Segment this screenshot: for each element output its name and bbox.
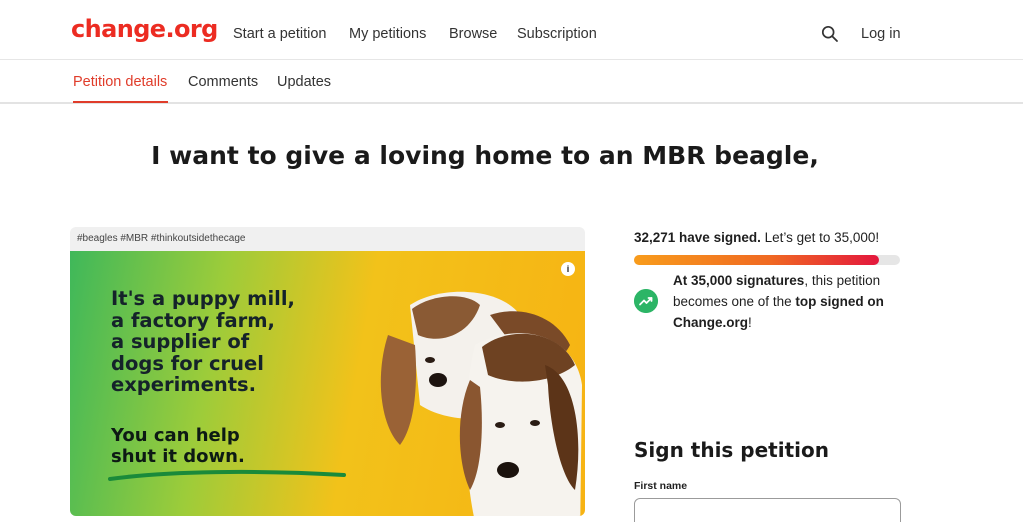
hashtag-strip: #beagles #MBR #thinkoutsidethecage	[70, 227, 585, 251]
petition-media[interactable]: #beagles #MBR #thinkoutsidethecage It's …	[70, 227, 585, 516]
change-org-logo[interactable]: change.org	[71, 15, 218, 43]
search-icon[interactable]	[821, 25, 839, 43]
poster-headline: It's a puppy mill, a factory farm, a sup…	[111, 287, 295, 396]
nav-subscription[interactable]: Subscription	[517, 26, 597, 42]
tab-petition-details[interactable]: Petition details	[73, 74, 167, 90]
swoosh-decoration	[108, 469, 346, 481]
nav-browse[interactable]: Browse	[449, 26, 497, 42]
nav-my-petitions[interactable]: My petitions	[349, 26, 426, 42]
tab-updates[interactable]: Updates	[277, 74, 331, 90]
petition-poster-image: It's a puppy mill, a factory farm, a sup…	[70, 251, 585, 516]
active-tab-indicator	[73, 101, 168, 103]
signature-count: 32,271 have signed. Let’s get to 35,000!	[634, 230, 879, 245]
signature-progress-bar	[634, 255, 900, 265]
top-nav: change.org Start a petition My petitions…	[0, 0, 1023, 60]
login-link[interactable]: Log in	[861, 26, 901, 42]
info-icon[interactable]: i	[561, 262, 575, 276]
signed-count-text: 32,271 have signed.	[634, 230, 761, 245]
tab-comments[interactable]: Comments	[188, 74, 258, 90]
nav-start-petition[interactable]: Start a petition	[233, 26, 327, 42]
signature-progress-fill	[634, 255, 879, 265]
poster-call-to-action: You can help shut it down.	[111, 425, 245, 467]
first-name-input[interactable]	[634, 498, 901, 522]
beagle-puppies-image	[380, 291, 582, 516]
trending-up-icon	[634, 289, 658, 313]
petition-title: I want to give a loving home to an MBR b…	[151, 141, 819, 170]
milestone-message: At 35,000 signatures, this petition beco…	[673, 273, 884, 330]
goal-text: Let’s get to 35,000!	[764, 230, 880, 245]
sign-petition-heading: Sign this petition	[634, 438, 829, 462]
hashtags-text: #beagles #MBR #thinkoutsidethecage	[77, 233, 246, 244]
first-name-label: First name	[634, 480, 688, 492]
petition-tabs: Petition details Comments Updates	[0, 60, 1023, 104]
